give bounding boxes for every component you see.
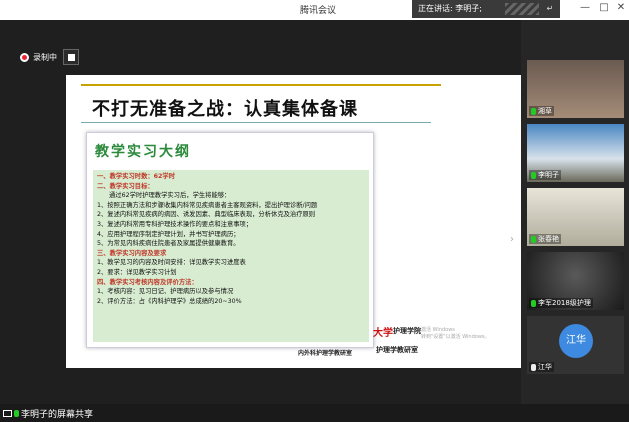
speaker-video-thumbnail	[505, 3, 539, 15]
participant-sidebar: 湘草 李明子 张春艳 李军2018级护理 江华 江华	[521, 20, 629, 404]
outline-line: 2、复述内科常见疾病的病因、诱发因素、典型临床表现，分析休克及治疗原则	[97, 211, 316, 219]
participant-label: 江华	[529, 362, 554, 372]
outline-line: 3、复述内科常用专科护理技术操作的要点和注意事项；	[97, 220, 253, 228]
collapse-sidebar-chevron-icon[interactable]: ›	[510, 234, 514, 245]
title-bar: 腾讯会议 正在讲话: 李明子; ↵ — □ ✕	[0, 0, 629, 20]
mic-on-icon	[531, 107, 536, 115]
shared-screen-area: 录制中 不打无准备之战：认真集体备课 教学实习大纲 一、教学实习时数：62学时二…	[0, 20, 521, 404]
outline-line: 1、考核内容：见习日记、护理病历以及参与情况	[97, 288, 234, 296]
footer-department-left: 内外科护理学教研室	[298, 350, 353, 357]
stop-icon	[67, 53, 75, 61]
outline-line: 三、教学实习内容及要求	[97, 249, 167, 257]
outline-line: 2、评价方法：占《内科护理学》总成绩的20~30%	[97, 297, 242, 305]
screen-share-indicator[interactable]: 李明子的屏幕共享	[3, 407, 93, 420]
screen-share-icon	[3, 410, 12, 417]
participant-tile[interactable]: 张春艳	[527, 188, 624, 246]
slide-top-rule	[81, 84, 441, 86]
participant-label: 李明子	[529, 170, 561, 180]
participant-tile[interactable]: 李军2018级护理	[527, 252, 624, 310]
record-dot-icon	[20, 52, 29, 62]
watermark-line-2: 转到"设置"以激活 Windows。	[421, 334, 490, 340]
footer-department-right: 护理学教研室	[376, 346, 418, 354]
university-logo-icon: 大学	[373, 328, 393, 339]
avatar: 江华	[559, 324, 593, 358]
close-button[interactable]: ✕	[613, 2, 629, 13]
outline-line: 2、要求：详见教学实习计划	[97, 268, 177, 276]
speaking-label: 正在讲话: 李明子;	[418, 4, 482, 13]
participant-label: 湘草	[529, 106, 554, 116]
recording-indicator: 录制中	[20, 48, 79, 66]
participant-label: 李军2018级护理	[529, 298, 593, 308]
watermark-line-1: 激活 Windows	[421, 327, 455, 333]
outline-body: 一、教学实习时数：62学时 二、教学实习目标： 通过62学时护理教学实习后，学生将能…	[93, 170, 369, 342]
outline-line: 通过62学时护理教学实习后，学生将能够：	[109, 192, 231, 200]
slide-divider	[81, 122, 431, 123]
outline-line: 4、应用护理程序制定护理计划，并书写护理病历；	[97, 230, 240, 238]
outline-line: 1、教学见习的内容及时间安排：详见教学实习进度表	[97, 259, 246, 267]
stop-recording-button[interactable]	[63, 49, 79, 65]
app-title: 腾讯会议	[300, 6, 337, 16]
minimize-button[interactable]: —	[577, 2, 593, 13]
card-title: 教学实习大纲	[95, 144, 191, 160]
participant-tile[interactable]: 李明子	[527, 124, 624, 182]
participant-tile[interactable]: 江华 江华	[527, 316, 624, 374]
windows-activation-watermark: 激活 Windows 转到"设置"以激活 Windows。	[421, 327, 490, 341]
mic-off-icon	[531, 363, 536, 371]
outline-line: 5、为常见内科疾病住院患者及家属提供健康教育。	[97, 240, 240, 248]
outline-line: 一、教学实习时数：62学时	[97, 173, 176, 180]
screen-share-bar: 李明子的屏幕共享	[0, 404, 629, 422]
mic-on-icon	[14, 410, 19, 417]
presentation-slide: 不打无准备之战：认真集体备课 教学实习大纲 一、教学实习时数：62学时 二、教学实…	[66, 75, 521, 368]
outline-card: 教学实习大纲 一、教学实习时数：62学时 二、教学实习目标： 通过62学时护理教学实…	[86, 132, 374, 348]
share-label: 李明子的屏幕共享	[21, 410, 94, 420]
outline-line: 二、教学实习目标：	[97, 182, 154, 190]
participant-label: 张春艳	[529, 234, 561, 244]
active-speaker-indicator: 正在讲话: 李明子; ↵	[412, 0, 560, 18]
participant-tile[interactable]: 湘草	[527, 60, 624, 118]
outline-line: 四、教学实习考核内容及评价方法：	[97, 278, 198, 286]
mic-on-icon	[531, 235, 536, 243]
slide-title: 不打无准备之战：认真集体备课	[92, 99, 358, 120]
recording-label: 录制中	[33, 52, 57, 62]
school-name: 护理学院	[393, 327, 421, 335]
outline-line: 1、按照正确方法和步骤收集内科常见疾病患者主客观资料，提出护理诊断/问题	[97, 201, 318, 209]
maximize-button[interactable]: □	[596, 2, 612, 13]
pin-icon[interactable]: ↵	[540, 0, 560, 18]
mic-on-icon	[531, 171, 536, 179]
mic-on-icon	[531, 299, 536, 307]
